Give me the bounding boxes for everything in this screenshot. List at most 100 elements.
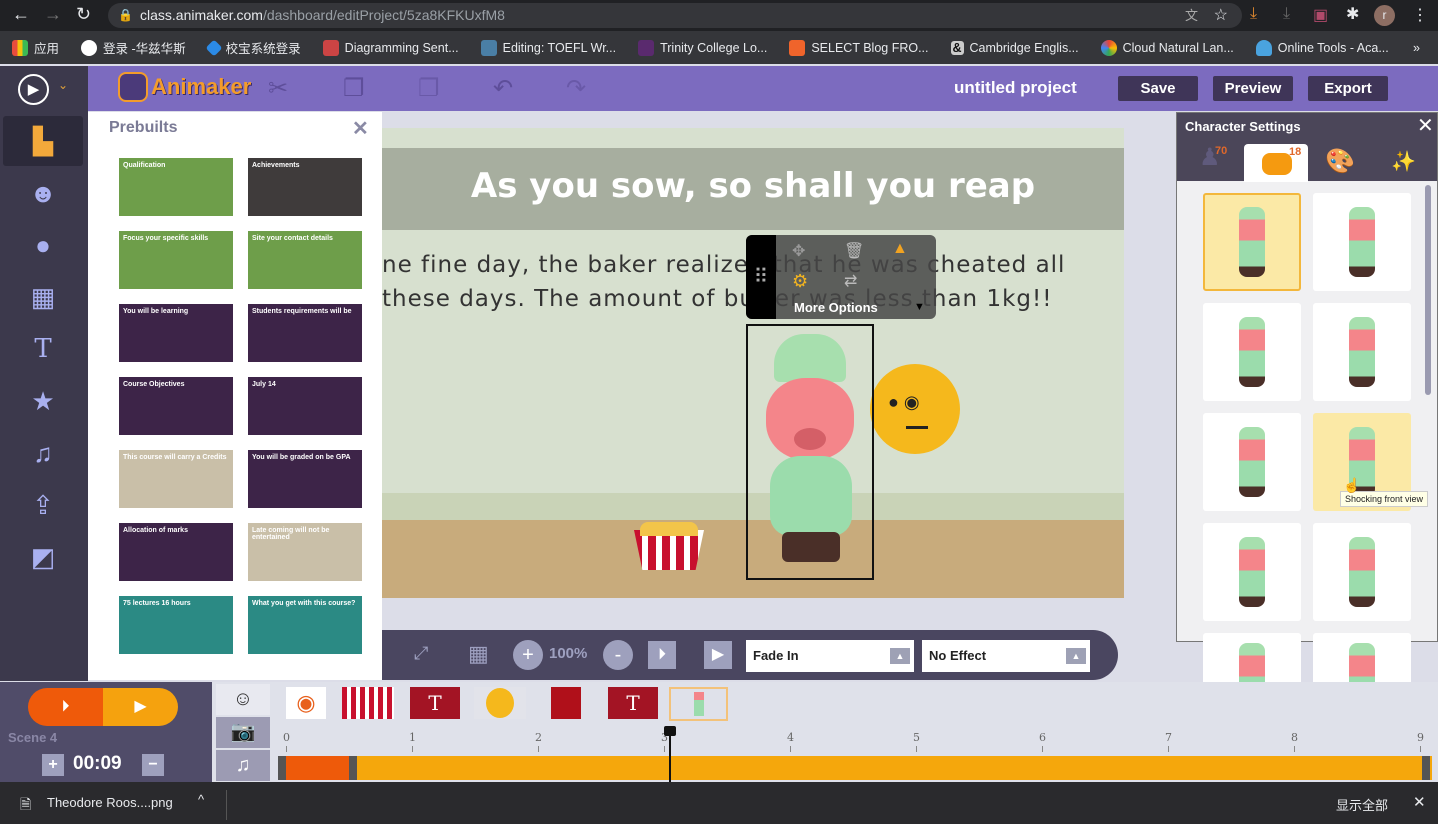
playhead[interactable] xyxy=(663,726,676,782)
enter-animation-segment[interactable] xyxy=(278,756,357,780)
bookmark-item[interactable]: Diagramming Sent... xyxy=(322,39,459,56)
timeline-object-emoji[interactable] xyxy=(474,687,526,719)
download-disabled-icon[interactable]: ⤓ xyxy=(1283,5,1290,23)
scene-menu[interactable]: ▶ ⌄ xyxy=(0,66,88,111)
preview-button[interactable]: Preview xyxy=(1213,76,1293,101)
expression-thumbnail[interactable] xyxy=(1203,193,1301,291)
extension-icon[interactable]: ▣ xyxy=(1313,5,1328,25)
prebuilt-template-thumbnail[interactable]: Focus your specific skills xyxy=(119,231,233,289)
tab-effects-wand-icon[interactable]: ✨ xyxy=(1391,149,1416,174)
selected-character[interactable] xyxy=(746,324,874,580)
expression-thumbnail[interactable] xyxy=(1313,193,1411,291)
zoom-out-button[interactable]: - xyxy=(603,640,633,670)
sidebar-item-music[interactable]: ♫ xyxy=(3,428,83,478)
prebuilt-template-thumbnail[interactable]: 75 lectures 16 hours xyxy=(119,596,233,654)
prebuilt-template-thumbnail[interactable]: What you get with this course? xyxy=(248,596,362,654)
prebuilt-template-thumbnail[interactable]: Late coming will not be entertained xyxy=(248,523,362,581)
prebuilt-template-thumbnail[interactable]: You will be learning xyxy=(119,304,233,362)
expression-thumbnail[interactable] xyxy=(1203,523,1301,621)
tab-colors-palette-icon[interactable]: 🎨 xyxy=(1325,147,1355,176)
zoom-in-button[interactable]: + xyxy=(513,640,543,670)
prebuilt-template-thumbnail[interactable]: Course Objectives xyxy=(119,377,233,435)
settings-gear-icon[interactable]: ⚙ xyxy=(792,271,808,292)
playhead-handle[interactable] xyxy=(663,726,676,736)
timeline-object-shape[interactable] xyxy=(551,687,581,719)
bookmark-item[interactable]: Cloud Natural Lan... xyxy=(1100,39,1234,56)
bookmark-apps[interactable]: 应用 xyxy=(12,38,59,57)
sidebar-item-backgrounds[interactable]: ▦ xyxy=(3,272,83,322)
close-icon[interactable]: ✕ xyxy=(1413,793,1426,811)
bookmarks-overflow[interactable]: » xyxy=(1413,41,1420,55)
timeline-music-tab-icon[interactable]: ♫ xyxy=(216,750,270,781)
bookmark-item[interactable]: 校宝系统登录 xyxy=(205,38,301,57)
play-from-start-button[interactable]: ⏵ xyxy=(648,641,676,669)
play-scene-button[interactable]: ▶ xyxy=(103,688,178,726)
sidebar-item-templates[interactable]: ▙ xyxy=(3,116,83,166)
timeline-object-text[interactable]: T xyxy=(608,687,658,719)
prebuilt-template-thumbnail[interactable]: You will be graded on be GPA xyxy=(248,450,362,508)
timeline-object-eye[interactable]: ◉ xyxy=(286,687,326,719)
timeline-object-character[interactable] xyxy=(669,687,728,721)
chevron-up-icon[interactable]: ^ xyxy=(198,792,204,807)
show-all-button[interactable]: 显示全部 xyxy=(1336,795,1388,814)
tab-expressions[interactable]: 18 xyxy=(1244,144,1308,182)
timeline-camera-tab-icon[interactable]: 📷 xyxy=(216,717,270,748)
menu-kebab-icon[interactable]: ⋮ xyxy=(1412,5,1428,25)
sidebar-item-props[interactable]: ● xyxy=(3,220,83,270)
bookmark-item[interactable]: & Cambridge Englis... xyxy=(950,40,1079,55)
export-button[interactable]: Export xyxy=(1308,76,1388,101)
back-icon[interactable]: ← xyxy=(12,4,30,25)
extensions-puzzle-icon[interactable]: ✱ xyxy=(1346,4,1359,24)
expression-thumbnail[interactable] xyxy=(1203,303,1301,401)
prebuilt-template-thumbnail[interactable]: This course will carry a Credits xyxy=(119,450,233,508)
save-button[interactable]: Save xyxy=(1118,76,1198,101)
reload-icon[interactable]: ↻ xyxy=(76,4,91,25)
exit-effect-select[interactable]: No Effect ▲ xyxy=(922,640,1090,672)
stage-canvas[interactable]: As you sow, so shall you reap ne fine da… xyxy=(382,128,1124,598)
prebuilt-template-thumbnail[interactable]: Site your contact details xyxy=(248,231,362,289)
popcorn-bucket[interactable] xyxy=(634,530,704,570)
timeline-object-popcorn[interactable] xyxy=(342,687,394,719)
project-title[interactable]: untitled project xyxy=(954,78,1077,98)
undo-icon[interactable]: ↶ xyxy=(493,74,513,103)
close-icon[interactable]: ✕ xyxy=(1417,113,1434,138)
bookmark-item[interactable]: Online Tools - Aca... xyxy=(1255,39,1389,56)
download-icon[interactable]: ⤓ xyxy=(1250,5,1257,23)
timeline-characters-tab-robot-icon[interactable]: ☺ xyxy=(216,684,270,715)
move-icon[interactable]: ✥ xyxy=(792,241,805,261)
prebuilt-template-thumbnail[interactable]: Students requirements will be xyxy=(248,304,362,362)
redo-icon[interactable]: ↷ xyxy=(566,74,586,103)
chevron-down-icon[interactable]: ⌄ xyxy=(58,78,68,92)
play-button[interactable]: ▶ xyxy=(704,641,732,669)
address-bar[interactable]: 🔒 class.animaker.com/dashboard/editProje… xyxy=(108,3,1242,28)
translate-icon[interactable]: 文 xyxy=(1185,3,1198,28)
timeline-end-handle[interactable] xyxy=(1422,756,1430,780)
paste-icon[interactable]: ❐ xyxy=(418,74,440,103)
stage-title-text[interactable]: As you sow, so shall you reap xyxy=(382,148,1124,230)
sidebar-item-transitions[interactable]: ◩ xyxy=(3,532,83,582)
caret-down-icon[interactable]: ▼ xyxy=(914,301,925,313)
scrollbar[interactable] xyxy=(1425,185,1431,395)
sidebar-item-effects[interactable]: ★ xyxy=(3,376,83,426)
add-duration-button[interactable]: + xyxy=(42,754,64,776)
bookmark-item[interactable]: SELECT Blog FRO... xyxy=(789,39,929,56)
expression-thumbnail[interactable] xyxy=(1313,303,1411,401)
sidebar-item-text[interactable]: T xyxy=(3,324,83,374)
delete-icon[interactable]: 🗑 xyxy=(844,241,864,261)
enter-effect-select[interactable]: Fade In ▲ xyxy=(746,640,914,672)
play-circle-icon[interactable]: ▶ xyxy=(18,74,49,105)
sidebar-item-upload[interactable]: ⇪ xyxy=(3,480,83,530)
reduce-duration-button[interactable]: − xyxy=(142,754,164,776)
cut-icon[interactable]: ✂ xyxy=(268,74,288,103)
prebuilt-template-thumbnail[interactable]: Achievements xyxy=(248,158,362,216)
prebuilt-template-thumbnail[interactable]: July 14 xyxy=(248,377,362,435)
expression-thumbnail[interactable] xyxy=(1313,523,1411,621)
prebuilt-template-thumbnail[interactable]: Allocation of marks xyxy=(119,523,233,581)
prebuilt-template-thumbnail[interactable]: Qualification xyxy=(119,158,233,216)
timeline-bar[interactable] xyxy=(278,756,1432,780)
bookmark-item[interactable]: Editing: TOEFL Wr... xyxy=(480,39,616,56)
swap-icon[interactable]: ⇄ xyxy=(844,271,857,291)
play-scene-from-start-button[interactable]: ⏵ xyxy=(28,688,103,726)
more-options-label[interactable]: More Options xyxy=(794,300,878,315)
forward-icon[interactable]: → xyxy=(44,4,62,25)
